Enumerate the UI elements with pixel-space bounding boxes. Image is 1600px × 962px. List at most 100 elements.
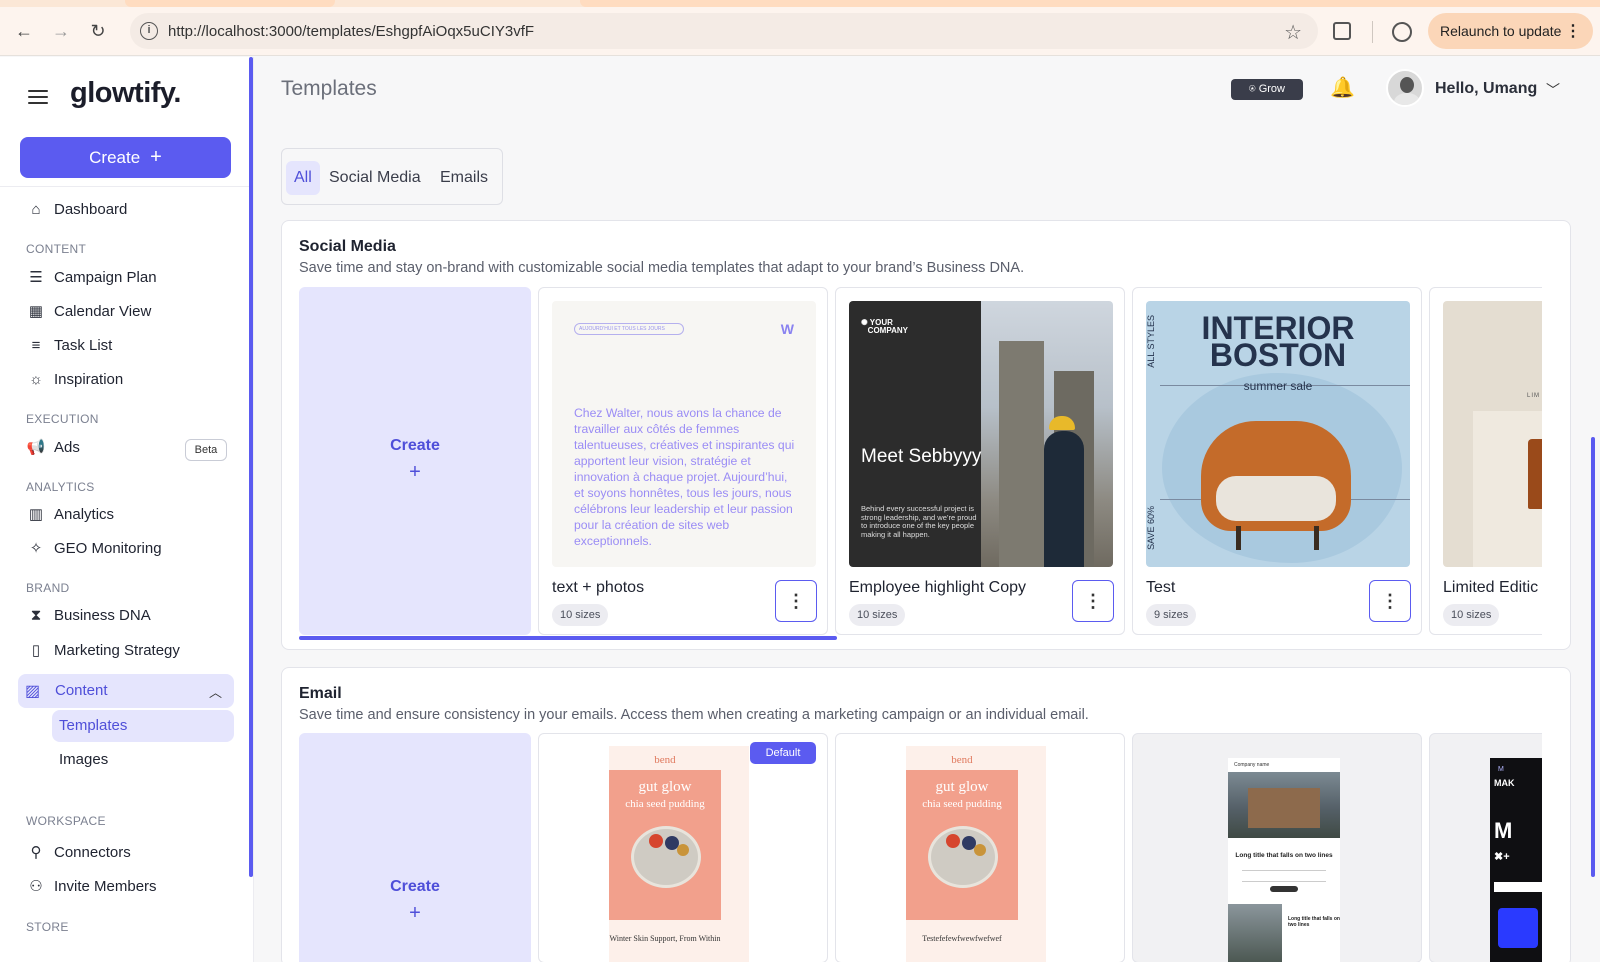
email-template-card[interactable]: M MAK M ✖+: [1429, 733, 1542, 962]
section-label-workspace: WORKSPACE: [26, 814, 106, 828]
email-text: ✖+: [1494, 851, 1510, 863]
template-thumbnail: AUJOURD’HUI ET TOUS LES JOURS W Chez Wal…: [552, 301, 816, 567]
plug-icon: ⚲: [30, 844, 42, 861]
template-thumbnail: LIM: [1443, 301, 1542, 567]
book-icon: ▯: [31, 642, 41, 659]
relaunch-button[interactable]: Relaunch to update ⋮: [1428, 13, 1593, 49]
template-thumbnail: INTERIOR BOSTON summer sale ALL STYLES S…: [1146, 301, 1410, 567]
sidebar-item-label: Connectors: [54, 844, 131, 861]
sidebar-item-label: Ads: [54, 439, 80, 456]
tab-emails[interactable]: Emails: [440, 161, 488, 195]
forward-arrow-icon[interactable]: →: [50, 20, 72, 42]
email-subheadline: chia seed pudding: [922, 798, 1002, 810]
bookmark-star-icon[interactable]: ☆: [1284, 20, 1302, 45]
page-scrollbar[interactable]: [1591, 437, 1595, 877]
tab-social-media[interactable]: Social Media: [329, 161, 421, 195]
email-footer-text: Testefefewfwewfwefwef: [922, 934, 1002, 943]
thumb-paragraph: Chez Walter, nous avons la chance de tra…: [574, 406, 795, 548]
sidebar-item-marketing-strategy[interactable]: ▯ Marketing Strategy: [26, 635, 236, 667]
list-icon: ☰: [29, 269, 43, 286]
chevron-down-icon[interactable]: ﹀: [1546, 80, 1560, 100]
add-user-icon: ⚇: [29, 878, 43, 895]
more-options-icon[interactable]: ⋮: [1369, 580, 1411, 622]
section-label-content: CONTENT: [26, 242, 87, 256]
sidebar: glowtify. Create + ⌂ Dashboard CONTENT ☰ Ca…: [0, 57, 254, 962]
user-greeting[interactable]: Hello, Umang: [1435, 80, 1537, 98]
grow-badge[interactable]: ⍟ Grow: [1231, 79, 1303, 100]
sidebar-item-label: Business DNA: [54, 607, 151, 624]
create-button-label: Create: [89, 148, 141, 167]
template-card[interactable]: INTERIOR BOSTON summer sale ALL STYLES S…: [1132, 287, 1422, 635]
more-options-icon[interactable]: ⋮: [1072, 580, 1114, 622]
sidebar-item-connectors[interactable]: ⚲ Connectors: [26, 837, 236, 869]
email-template-card[interactable]: bend gut glow chia seed pudding Testefef…: [835, 733, 1125, 962]
section-label-brand: BRAND: [26, 581, 70, 595]
sidebar-item-task-list[interactable]: ≡ Task List: [26, 330, 236, 362]
sidebar-item-analytics[interactable]: ▥ Analytics: [26, 499, 236, 531]
sidebar-item-calendar-view[interactable]: ▦ Calendar View: [26, 296, 236, 328]
template-thumbnail: ✺ YOUR COMPANY Meet Sebbyyy Behind every…: [849, 301, 1113, 567]
hourglass-icon: ⧗: [30, 607, 42, 624]
browser-tab-active[interactable]: [580, 0, 1600, 7]
bottle-image: [1528, 439, 1542, 509]
reload-icon[interactable]: ↻: [87, 20, 109, 42]
template-card[interactable]: ✺ YOUR COMPANY Meet Sebbyyy Behind every…: [835, 287, 1125, 635]
section-description: Save time and ensure consistency in your…: [299, 707, 1089, 723]
sidebar-item-images[interactable]: Images: [59, 751, 108, 768]
default-badge: Default: [750, 742, 816, 764]
menu-icon[interactable]: [28, 90, 48, 104]
create-card-label: Create: [390, 878, 440, 895]
template-card[interactable]: AUJOURD’HUI ET TOUS LES JOURS W Chez Wal…: [538, 287, 828, 635]
back-arrow-icon[interactable]: ←: [13, 20, 35, 42]
social-media-section: Social Media Save time and stay on-brand…: [281, 220, 1571, 650]
tab-all[interactable]: All: [286, 161, 320, 195]
horizontal-scrollbar[interactable]: [299, 636, 837, 640]
bell-icon[interactable]: 🔔: [1330, 75, 1355, 100]
sidebar-scrollbar[interactable]: [249, 57, 253, 877]
create-button[interactable]: Create +: [20, 137, 231, 178]
chevron-up-icon[interactable]: ︿: [209, 682, 222, 701]
email-template-card[interactable]: bend gut glow chia seed pudding Winter S…: [538, 733, 828, 962]
more-options-icon[interactable]: ⋮: [775, 580, 817, 622]
email-thumbnail: bend gut glow chia seed pudding Winter S…: [609, 746, 749, 962]
plus-icon: +: [409, 461, 421, 483]
relaunch-label: Relaunch to update: [1440, 23, 1562, 39]
sidebar-item-label: Content: [55, 682, 108, 699]
extensions-icon[interactable]: [1333, 22, 1351, 40]
template-card[interactable]: LIM Limited Editic 10 sizes: [1429, 287, 1542, 635]
thumb-body: Behind every successful project is stron…: [861, 504, 977, 539]
sidebar-item-campaign-plan[interactable]: ☰ Campaign Plan: [26, 262, 236, 294]
avatar[interactable]: [1386, 69, 1424, 107]
section-title: Email: [299, 685, 342, 702]
sidebar-item-geo-monitoring[interactable]: ✧ GEO Monitoring: [26, 533, 236, 565]
sidebar-item-label: Marketing Strategy: [54, 642, 180, 659]
logo: glowtify.: [70, 77, 181, 109]
section-description: Save time and stay on-brand with customi…: [299, 260, 1025, 276]
browser-tab[interactable]: [125, 0, 335, 7]
sidebar-item-content[interactable]: ▨ Content ︿: [18, 674, 234, 708]
task-list-icon: ≡: [31, 337, 41, 354]
email-subheadline: chia seed pudding: [625, 798, 705, 810]
create-template-card[interactable]: Create +: [299, 287, 531, 635]
more-vert-icon[interactable]: ⋮: [1565, 21, 1581, 41]
lightbulb-icon: ☼: [29, 371, 43, 388]
sidebar-item-business-dna[interactable]: ⧗ Business DNA: [26, 600, 236, 632]
sidebar-item-dashboard[interactable]: ⌂ Dashboard: [26, 194, 236, 226]
thumb-side-text: ALL STYLES: [1146, 315, 1156, 368]
sidebar-item-inspiration[interactable]: ☼ Inspiration: [26, 364, 236, 396]
create-email-template-card[interactable]: Create +: [299, 733, 531, 962]
sidebar-divider: [0, 186, 249, 187]
section-label-execution: EXECUTION: [26, 412, 99, 426]
profile-icon[interactable]: [1392, 22, 1412, 42]
grow-label: Grow: [1258, 83, 1285, 95]
sidebar-item-invite-members[interactable]: ⚇ Invite Members: [26, 871, 236, 903]
email-cards-row: Create + bend gut glow chia seed pudding…: [299, 733, 1542, 962]
email-template-card[interactable]: Company name Long title that falls on tw…: [1132, 733, 1422, 962]
email-logo: M: [1498, 766, 1504, 773]
address-bar[interactable]: i http://localhost:3000/templates/Eshgpf…: [130, 13, 1318, 49]
site-info-icon[interactable]: i: [140, 22, 158, 40]
thumb-pill: AUJOURD’HUI ET TOUS LES JOURS: [574, 323, 684, 335]
sidebar-item-templates[interactable]: Templates: [52, 710, 234, 742]
section-title: Social Media: [299, 238, 396, 255]
email-thumbnail: Company name Long title that falls on tw…: [1228, 758, 1340, 962]
